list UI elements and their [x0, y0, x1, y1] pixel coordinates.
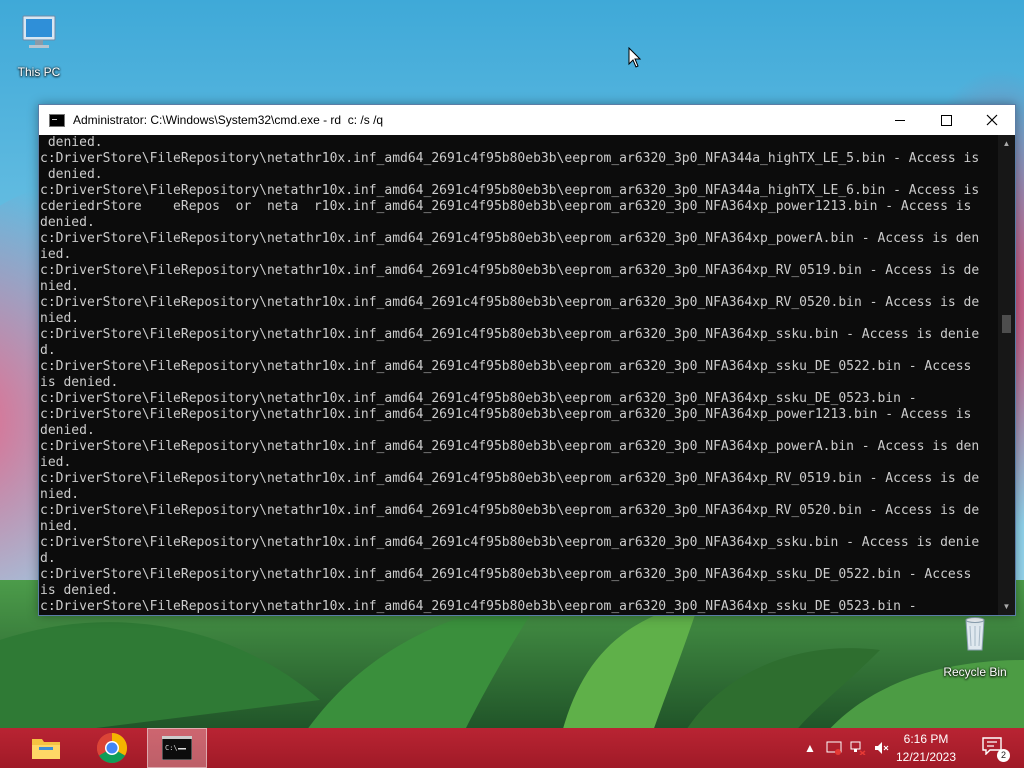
- close-button[interactable]: [969, 105, 1015, 135]
- console-line: denied.: [40, 135, 103, 150]
- taskbar-clock[interactable]: 6:16 PM 12/21/2023: [894, 730, 958, 766]
- security-icon[interactable]: [824, 738, 844, 758]
- console-line: is denied.: [40, 375, 119, 390]
- console-line: c:DriverStore\FileRepository\netathr10x.…: [40, 439, 980, 454]
- close-icon: [986, 114, 998, 126]
- console-line: c:DriverStore\FileRepository\netathr10x.…: [40, 295, 980, 310]
- console-line: denied.: [40, 215, 95, 230]
- console-line: c:DriverStore\FileRepository\netathr10x.…: [40, 359, 972, 374]
- network-icon[interactable]: [848, 738, 868, 758]
- clock-time: 6:16 PM: [903, 732, 949, 746]
- window-title: Administrator: C:\Windows\System32\cmd.e…: [73, 113, 384, 127]
- console-line: c:DriverStore\FileRepository\netathr10x.…: [40, 151, 980, 166]
- console-line: nied.: [40, 519, 80, 534]
- scroll-thumb[interactable]: [1002, 315, 1011, 333]
- console-line: c:DriverStore\FileRepository\netathr10x.…: [40, 503, 980, 518]
- maximize-icon: [940, 114, 952, 126]
- taskbar-file-explorer-button[interactable]: [16, 728, 76, 768]
- console-line: denied.: [40, 167, 103, 182]
- cmd-icon: C:\: [162, 736, 192, 760]
- console-line: denied.: [40, 423, 95, 438]
- volume-muted-icon[interactable]: [872, 738, 892, 758]
- vertical-scrollbar[interactable]: ▲ ▼: [998, 135, 1015, 615]
- action-center-button[interactable]: 2: [982, 737, 1010, 762]
- desktop-icon-label: Recycle Bin: [943, 665, 1007, 679]
- desktop-icon-label: This PC: [17, 65, 61, 79]
- console-line: c:DriverStore\FileRepository\netathr10x.…: [40, 327, 980, 342]
- scroll-down-arrow-icon[interactable]: ▼: [998, 598, 1015, 615]
- console-line: is denied.: [40, 583, 119, 598]
- console-line: c:DriverStore\FileRepository\netathr10x.…: [40, 567, 972, 582]
- console-line: nied.: [40, 279, 80, 294]
- console-line: c:DriverStore\FileRepository\netathr10x.…: [40, 183, 980, 198]
- mouse-cursor-icon: [628, 47, 642, 68]
- scroll-up-arrow-icon[interactable]: ▲: [998, 135, 1015, 152]
- console-line: ied.: [40, 247, 72, 262]
- maximize-button[interactable]: [923, 105, 969, 135]
- title-bar[interactable]: Administrator: C:\Windows\System32\cmd.e…: [39, 105, 1015, 135]
- console-line: c:DriverStore\FileRepository\netathr10x.…: [40, 599, 917, 614]
- desktop-icon-this-pc[interactable]: This PC: [0, 10, 78, 79]
- taskbar-chrome-button[interactable]: [82, 728, 142, 768]
- minimize-icon: [895, 119, 905, 121]
- taskbar: C:\ ▲ 6:16 PM 12/21/2023 2: [0, 728, 1024, 768]
- chrome-icon: [96, 733, 128, 764]
- notification-count-badge: 2: [997, 749, 1010, 762]
- console-line: cderiedrStore eRepos or neta r10x.inf_am…: [40, 199, 972, 214]
- taskbar-cmd-button[interactable]: C:\: [147, 728, 207, 768]
- computer-icon: [22, 15, 56, 48]
- console-line: c:DriverStore\FileRepository\netathr10x.…: [40, 535, 980, 550]
- console-line: c:DriverStore\FileRepository\netathr10x.…: [40, 263, 980, 278]
- console-line: nied.: [40, 311, 80, 326]
- console-line: c:DriverStore\FileRepository\netathr10x.…: [40, 471, 980, 486]
- console-line: d.: [40, 343, 56, 358]
- clock-date: 12/21/2023: [895, 750, 957, 764]
- minimize-button[interactable]: [877, 105, 923, 135]
- console-line: c:DriverStore\FileRepository\netathr10x.…: [40, 231, 980, 246]
- show-hidden-icons-chevron[interactable]: ▲: [800, 738, 820, 758]
- console-line: d.: [40, 551, 56, 566]
- desktop-icon-recycle-bin[interactable]: Recycle Bin: [936, 610, 1014, 679]
- console-output[interactable]: denied. c:DriverStore\FileRepository\neta…: [39, 135, 1000, 615]
- svg-text:C:\: C:\: [165, 744, 178, 752]
- folder-icon: [32, 739, 60, 759]
- cmd-icon: [49, 113, 65, 127]
- console-line: nied.: [40, 487, 80, 502]
- console-line: c:DriverStore\FileRepository\netathr10x.…: [40, 407, 972, 422]
- cmd-window[interactable]: Administrator: C:\Windows\System32\cmd.e…: [38, 104, 1016, 616]
- console-line: c:DriverStore\FileRepository\netathr10x.…: [40, 391, 917, 406]
- recycle-bin-icon: [965, 617, 985, 651]
- console-line: ied.: [40, 455, 72, 470]
